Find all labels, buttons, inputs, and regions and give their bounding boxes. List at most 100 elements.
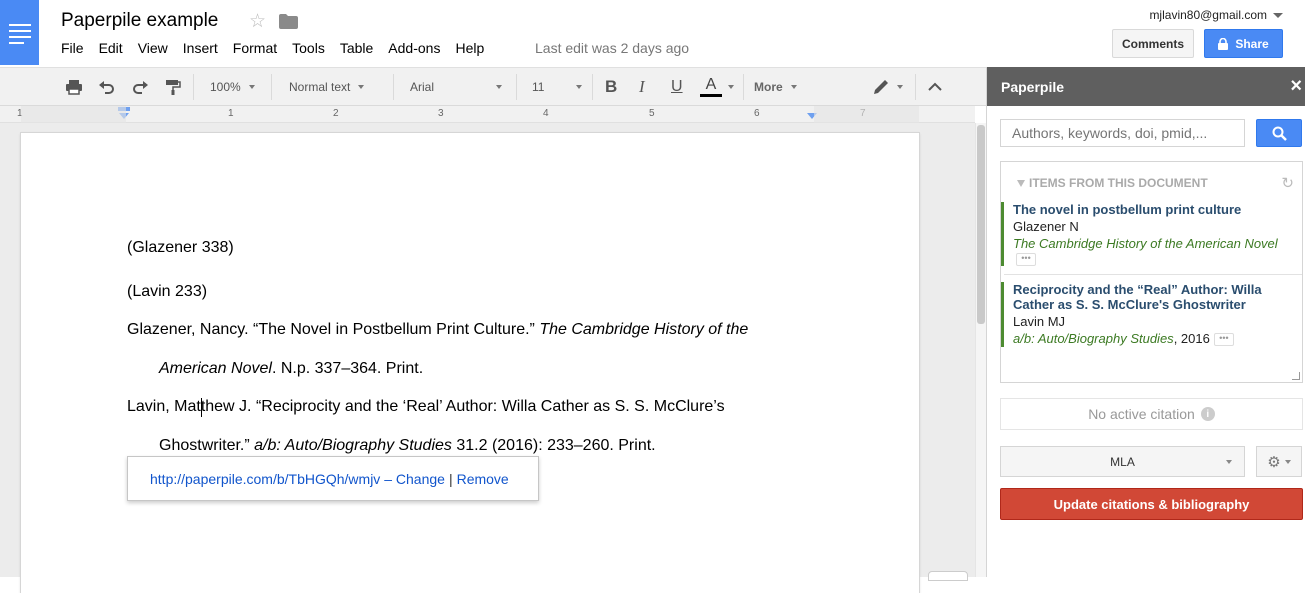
chevron-down-icon [1226, 460, 1232, 464]
italic-button[interactable]: I [639, 68, 645, 106]
update-citations-button[interactable]: Update citations & bibliography [1000, 488, 1303, 520]
collapse-menus-button[interactable] [925, 68, 945, 106]
bibliography-entry[interactable]: Lavin, Matthew J. “Reciprocity and the ‘… [127, 398, 725, 416]
chevron-up-icon [928, 82, 942, 91]
menu-help[interactable]: Help [455, 40, 484, 58]
pencil-icon [874, 80, 888, 94]
chevron-down-icon [1273, 13, 1283, 19]
zoom-value: 100% [210, 80, 241, 94]
font-size-value: 11 [532, 80, 545, 94]
link-separator: | [448, 470, 453, 487]
link-url[interactable]: http://paperpile.com/b/TbHGQh/wmjv [150, 471, 380, 487]
triangle-down-icon [1017, 180, 1025, 188]
ruler-label: 1 [228, 108, 234, 119]
menu-table[interactable]: Table [340, 40, 373, 58]
item-journal: The Cambridge History of the American No… [1013, 235, 1302, 252]
print-icon [66, 80, 82, 95]
menu-file[interactable]: File [61, 40, 84, 58]
citation-line[interactable]: (Lavin 233) [127, 283, 207, 301]
undo-button[interactable] [97, 68, 117, 106]
close-icon[interactable]: × [1290, 76, 1302, 96]
star-icon[interactable]: ☆ [249, 10, 266, 33]
menu-addons[interactable]: Add-ons [388, 40, 440, 58]
citation-line[interactable]: (Glazener 338) [127, 239, 234, 257]
list-item[interactable]: The novel in postbellum print culture Gl… [1001, 202, 1302, 267]
style-select[interactable]: Normal text [289, 68, 364, 106]
redo-button[interactable] [130, 68, 150, 106]
underline-button[interactable]: U [671, 68, 683, 106]
item-journal: a/b: Auto/Biography Studies, 2016 ••• [1013, 330, 1302, 347]
zoom-select[interactable]: 100% [210, 68, 255, 106]
items-header-label: ITEMS FROM THIS DOCUMENT [1029, 176, 1208, 190]
citation-style-select[interactable]: MLA [1000, 446, 1245, 477]
document-canvas [0, 123, 975, 593]
bold-button[interactable]: B [605, 68, 617, 106]
ruler-label: 3 [438, 108, 444, 119]
font-select[interactable]: Arial [410, 68, 502, 106]
bib-title: a/b: Auto/Biography Studies [254, 437, 452, 454]
doc-title[interactable]: Paperpile example [61, 10, 218, 32]
bib-title: The Cambridge History of the [539, 321, 749, 338]
text-color-button[interactable]: A [700, 68, 734, 106]
bibliography-entry-cont[interactable]: Ghostwriter.” a/b: Auto/Biography Studie… [159, 437, 656, 455]
more-options-icon[interactable]: ••• [1016, 253, 1036, 267]
change-link-button[interactable]: Change [396, 471, 445, 487]
journal-name: a/b: Auto/Biography Studies [1013, 331, 1174, 346]
share-button[interactable]: Share [1204, 29, 1283, 58]
account-email: mjlavin80@gmail.com [1149, 8, 1267, 22]
info-icon[interactable]: i [1200, 407, 1215, 421]
text-color-icon: A [700, 77, 722, 97]
item-authors: Glazener N [1013, 219, 1079, 234]
ruler-label: 4 [543, 108, 549, 119]
folder-icon[interactable] [279, 14, 298, 29]
item-title[interactable]: The novel in postbellum print culture [1013, 202, 1302, 217]
ruler-label: 6 [754, 108, 760, 119]
last-edit-status[interactable]: Last edit was 2 days ago [535, 40, 689, 56]
bibliography-entry[interactable]: Glazener, Nancy. “The Novel in Postbellu… [127, 321, 748, 339]
print-button[interactable] [64, 68, 84, 106]
menu-insert[interactable]: Insert [183, 40, 218, 58]
item-title[interactable]: Reciprocity and the “Real” Author: Willa… [1013, 282, 1302, 312]
remove-link-button[interactable]: Remove [457, 471, 509, 487]
lock-icon [1218, 37, 1229, 50]
citation-status-text: No active citation [1088, 406, 1195, 422]
search-icon [1272, 126, 1287, 141]
sidebar-header: Paperpile × [987, 67, 1305, 106]
font-size-select[interactable]: 11 [532, 68, 582, 106]
account-switcher[interactable]: mjlavin80@gmail.com [1149, 8, 1283, 22]
bib-text: 31.2 (2016): 233–260. Print. [451, 437, 656, 454]
editing-mode-button[interactable] [871, 68, 903, 106]
paint-roller-icon [166, 80, 181, 95]
docs-home-icon[interactable] [0, 0, 39, 65]
journal-name: The Cambridge History of the American No… [1013, 236, 1278, 251]
bibliography-entry-cont[interactable]: American Novel. N.p. 337–364. Print. [159, 360, 423, 378]
paint-format-button[interactable] [163, 68, 183, 106]
list-item[interactable]: Reciprocity and the “Real” Author: Willa… [1001, 282, 1302, 347]
resize-handle-icon[interactable] [1292, 372, 1300, 380]
bib-text: Glazener, Nancy. “The Novel in Postbellu… [127, 321, 540, 338]
citation-status: No active citation i [1000, 398, 1303, 430]
more-label: More [754, 80, 783, 94]
explore-button[interactable] [928, 571, 968, 581]
items-header[interactable]: ITEMS FROM THIS DOCUMENT [1017, 176, 1208, 190]
refresh-icon[interactable]: ↻ [1281, 174, 1294, 192]
more-options-icon[interactable]: ••• [1213, 333, 1234, 347]
search-button[interactable] [1256, 119, 1302, 147]
bib-text: Ghostwriter.” [159, 437, 255, 454]
settings-button[interactable]: ⚙ [1256, 446, 1302, 477]
document-page[interactable] [21, 133, 919, 593]
ruler[interactable]: 1 1 2 3 4 5 6 7 [0, 106, 975, 123]
search-input[interactable] [1000, 119, 1245, 147]
menu-format[interactable]: Format [233, 40, 277, 58]
more-menu-button[interactable]: More [754, 68, 797, 106]
menu-edit[interactable]: Edit [99, 40, 123, 58]
comments-button[interactable]: Comments [1112, 29, 1194, 58]
menu-view[interactable]: View [138, 40, 168, 58]
scrollbar-thumb[interactable] [977, 125, 985, 324]
bib-title: American Novel [159, 360, 272, 377]
menu-bar: File Edit View Insert Format Tools Table… [61, 40, 499, 58]
ruler-label: 2 [333, 108, 339, 119]
app-header: Paperpile example ☆ File Edit View Inser… [0, 0, 1305, 67]
menu-tools[interactable]: Tools [292, 40, 325, 58]
toolbar: 100% Normal text Arial 11 B I U A More [0, 67, 986, 106]
